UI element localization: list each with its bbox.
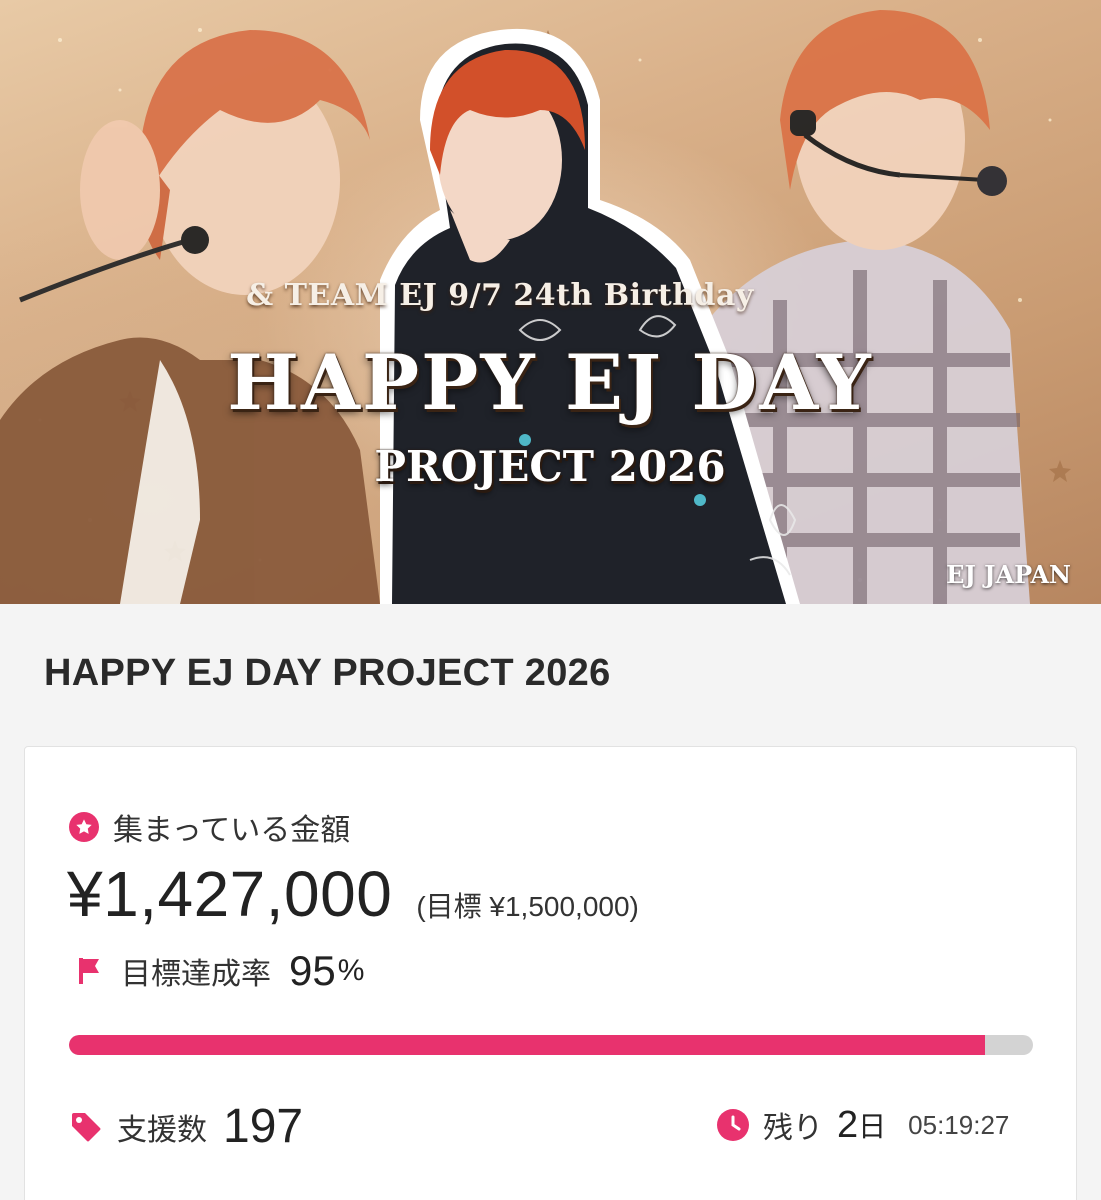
progress-bar <box>69 1035 1033 1055</box>
remaining-label: 残り <box>763 1112 823 1145</box>
funding-summary-card: 集まっている金額 ¥1,427,000 (目標 ¥1,500,000) 目標達成… <box>24 746 1077 1200</box>
supporters-count: 支援数 197 <box>69 1099 303 1154</box>
remaining-time: 残り 2 日 05:19:27 <box>717 1103 1009 1147</box>
achievement-rate: 目標達成率 95 % <box>77 947 364 995</box>
flag-icon <box>77 956 103 986</box>
collected-amount-header: 集まっている金額 <box>69 805 350 849</box>
banner-watermark: EJ JAPAN <box>946 560 1071 589</box>
target-amount: (目標 ¥1,500,000) <box>416 891 639 922</box>
remaining-countdown: 05:19:27 <box>908 1109 1010 1140</box>
collected-amount-label: 集まっている金額 <box>113 814 351 847</box>
banner-subtitle: & TEAM EJ 9/7 24th Birthday <box>246 278 754 313</box>
remaining-days-unit: 日 <box>858 1111 887 1142</box>
amount-line: ¥1,427,000 (目標 ¥1,500,000) <box>67 857 639 931</box>
page-title: HAPPY EJ DAY PROJECT 2026 <box>44 652 611 694</box>
collected-amount: ¥1,427,000 <box>67 858 393 930</box>
banner-main-title: HAPPY EJ DAY <box>227 338 873 427</box>
supporters-label: 支援数 <box>117 1113 207 1147</box>
supporters-value: 197 <box>223 1100 304 1153</box>
project-banner: & TEAM EJ 9/7 24th Birthday HAPPY EJ DAY… <box>0 0 1101 604</box>
achievement-unit: % <box>337 954 365 987</box>
banner-project-title: PROJECT 2026 <box>374 442 726 491</box>
progress-bar-fill <box>69 1035 985 1055</box>
achievement-value: 95 <box>289 947 336 994</box>
left-figure <box>0 30 380 604</box>
tag-icon <box>69 1110 103 1144</box>
remaining-days: 2 <box>837 1103 859 1146</box>
star-icon <box>69 812 99 842</box>
achievement-label: 目標達成率 <box>121 958 271 991</box>
clock-icon <box>717 1109 749 1141</box>
